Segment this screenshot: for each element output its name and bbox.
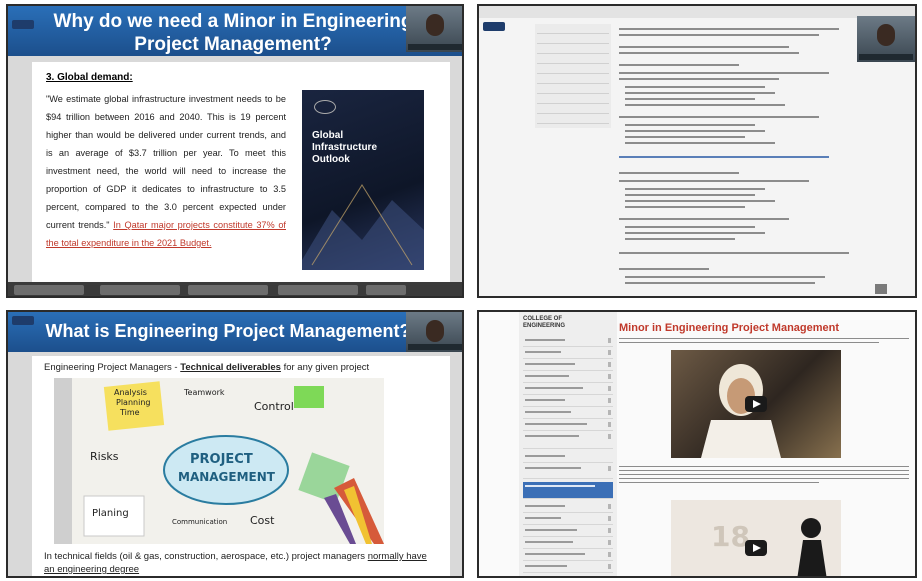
- slide-title: What is Engineering Project Management?: [45, 321, 411, 341]
- page-title: Minor in Engineering Project Management: [619, 322, 840, 334]
- slide-panel-what-is-epm: What is Engineering Project Management? …: [6, 310, 464, 578]
- video-player-2[interactable]: 18: [671, 500, 841, 576]
- section-heading: 3. Global demand:: [46, 72, 133, 83]
- sidebar-item[interactable]: [523, 502, 613, 513]
- control-chip[interactable]: [188, 285, 268, 295]
- quote-text: "We estimate global infrastructure inves…: [46, 94, 286, 230]
- presenter-webcam: [406, 312, 462, 352]
- video-player[interactable]: [671, 350, 841, 458]
- caption-prefix: Engineering Project Managers -: [44, 362, 178, 373]
- word-communication: Communication: [172, 518, 228, 526]
- website-sidebar: COLLEGE OF ENGINEERING: [519, 312, 617, 576]
- sidebar-item[interactable]: [523, 452, 613, 463]
- word-planing: Planing: [92, 508, 129, 519]
- slide-title-bar: Why do we need a Minor in Engineering Pr…: [8, 6, 462, 56]
- sidebar-item[interactable]: [523, 420, 613, 431]
- control-chip[interactable]: [14, 285, 84, 295]
- sidebar-item-selected[interactable]: [523, 482, 613, 499]
- presenter-webcam: [857, 16, 915, 62]
- video-controls-bar[interactable]: [8, 282, 462, 296]
- word-time: Time: [120, 408, 140, 417]
- sidebar-item[interactable]: [523, 396, 613, 407]
- slide-body: 3. Global demand: "We estimate global in…: [32, 62, 450, 282]
- sidebar-item[interactable]: [523, 562, 613, 573]
- slide-body: Engineering Project Managers - Technical…: [32, 356, 450, 576]
- sidebar-item[interactable]: [523, 360, 613, 371]
- app-badge: [483, 22, 505, 31]
- note-prefix: In technical fields (oil & gas, construc…: [44, 551, 366, 562]
- slide-note: In technical fields (oil & gas, construc…: [44, 550, 434, 576]
- control-chip[interactable]: [100, 285, 180, 295]
- caption-bold: Technical deliverables: [180, 362, 281, 373]
- cartoon-figure: [797, 518, 827, 576]
- sidebar-item[interactable]: [523, 538, 613, 549]
- word-management: MANAGEMENT: [178, 470, 275, 484]
- sidebar-item[interactable]: [523, 348, 613, 359]
- sidebar-item[interactable]: [523, 384, 613, 395]
- sidebar-header: COLLEGE OF ENGINEERING: [523, 316, 566, 329]
- caption-suffix: for any given project: [283, 362, 370, 373]
- browser-bar: [479, 6, 915, 18]
- city-lights-graphic: [302, 184, 424, 270]
- project-management-illustration: Analysis Planning Time Teamwork Control …: [54, 378, 384, 544]
- sidebar-item[interactable]: [523, 550, 613, 561]
- slide-panel-global-demand: Why do we need a Minor in Engineering Pr…: [6, 4, 464, 298]
- slide-title-bar: What is Engineering Project Management?: [8, 312, 462, 352]
- sidebar-item[interactable]: [523, 514, 613, 525]
- sidebar-item[interactable]: [523, 464, 613, 479]
- slide-caption: Engineering Project Managers - Technical…: [44, 362, 369, 373]
- word-analysis: Analysis: [114, 388, 147, 397]
- word-control: Control: [254, 400, 294, 413]
- sidebar-item[interactable]: [523, 372, 613, 383]
- word-planning: Planning: [116, 398, 151, 407]
- app-badge: [12, 20, 34, 29]
- scroll-to-top-button[interactable]: [875, 284, 887, 294]
- word-cost: Cost: [250, 514, 275, 527]
- quote-paragraph: "We estimate global infrastructure inves…: [46, 90, 286, 252]
- word-risks: Risks: [90, 450, 119, 463]
- report-cover-image: Global Infrastructure Outlook: [302, 90, 424, 270]
- slide-title: Why do we need a Minor in Engineering Pr…: [53, 11, 413, 55]
- document-sidebar: [535, 24, 611, 128]
- sidebar-item[interactable]: [523, 526, 613, 537]
- control-chip[interactable]: [366, 285, 406, 295]
- screen-share-document-panel: [477, 4, 917, 298]
- word-teamwork: Teamwork: [184, 388, 225, 397]
- presenter-webcam: [406, 6, 462, 52]
- sidebar-item[interactable]: [523, 336, 613, 347]
- play-icon[interactable]: [745, 540, 767, 556]
- word-project: PROJECT: [190, 452, 253, 467]
- sidebar-item[interactable]: [523, 408, 613, 419]
- control-chip[interactable]: [278, 285, 358, 295]
- play-icon[interactable]: [745, 396, 767, 412]
- website-panel-minor-epm: COLLEGE OF ENGINEERING Minor in Engineer…: [477, 310, 917, 578]
- sidebar-item[interactable]: [523, 432, 613, 449]
